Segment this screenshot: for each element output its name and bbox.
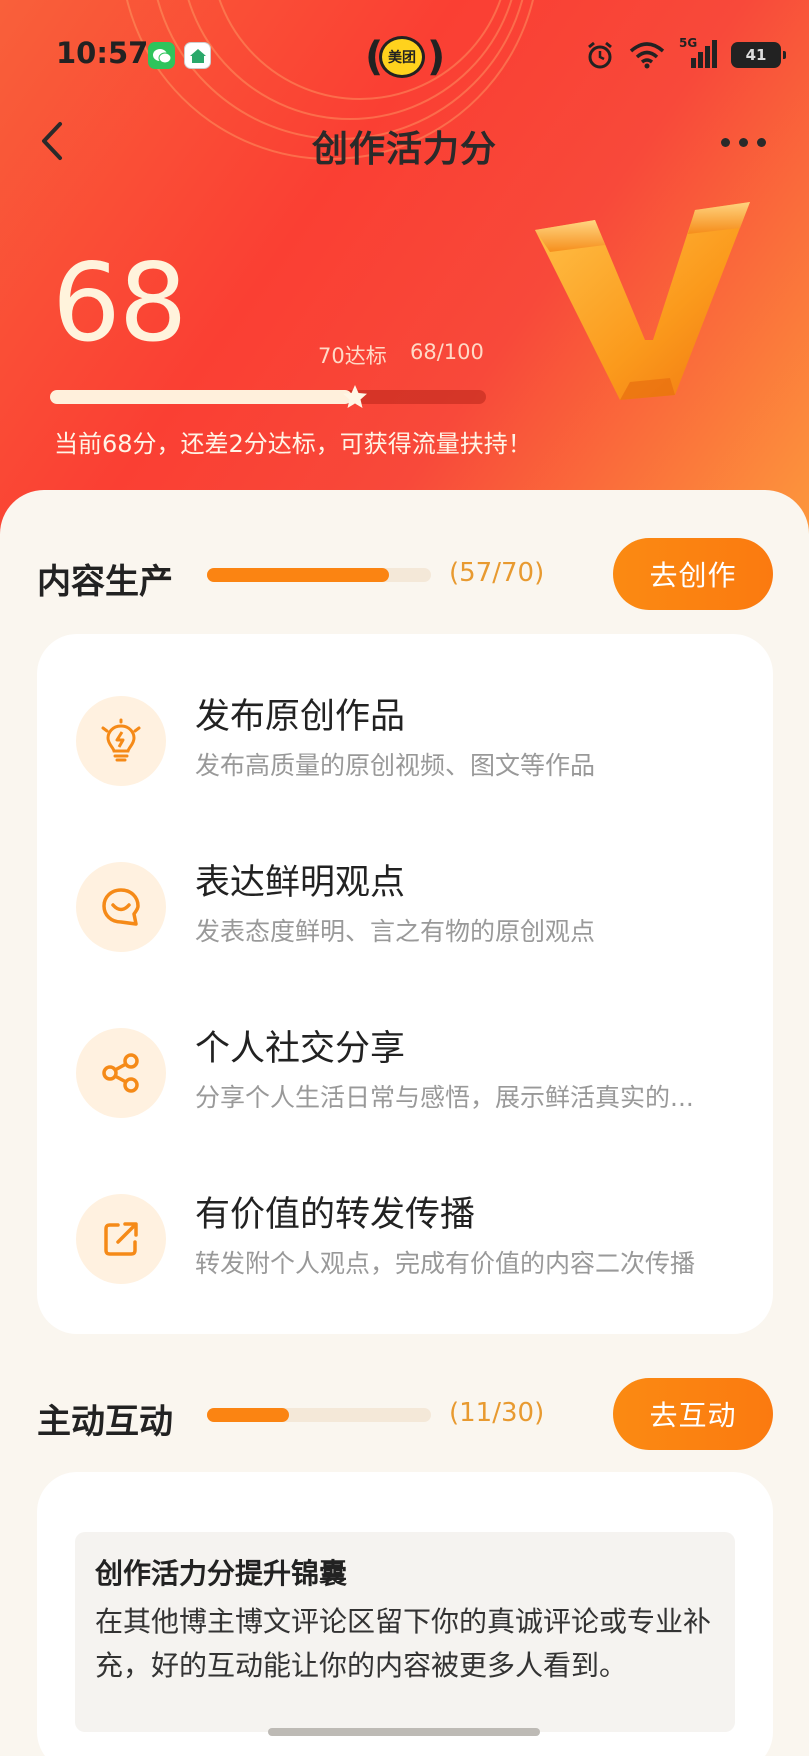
status-time: 10:57 bbox=[56, 36, 149, 70]
task-desc: 发表态度鲜明、言之有物的原创观点 bbox=[195, 917, 596, 946]
alarm-icon bbox=[588, 41, 612, 69]
v-badge-logo bbox=[535, 202, 750, 400]
meituan-indicator: ( 美团 ) bbox=[365, 32, 445, 82]
target-star-icon bbox=[343, 385, 367, 408]
status-icons: 5G 41 bbox=[585, 36, 786, 74]
content-progress-count: (57/70) bbox=[449, 558, 545, 588]
home-indicator[interactable] bbox=[268, 1728, 540, 1736]
meituan-badge: 美团 bbox=[379, 36, 425, 78]
task-desc: 转发附个人观点，完成有价值的内容二次传播 bbox=[195, 1249, 696, 1278]
more-options-button[interactable] bbox=[721, 130, 777, 154]
tip-box: 创作活力分提升锦囊 在其他博主博文评论区留下你的真诚评论或专业补充，好的互动能让… bbox=[75, 1532, 735, 1732]
wifi-icon bbox=[629, 42, 665, 69]
more-dot bbox=[739, 137, 748, 147]
go-create-button[interactable]: 去创作 bbox=[613, 538, 773, 610]
task-desc: 分享个人生活日常与感悟，展示鲜活真实的... bbox=[195, 1083, 694, 1112]
task-item[interactable]: 表达鲜明观点 发表态度鲜明、言之有物的原创观点 bbox=[37, 840, 773, 980]
task-item[interactable]: 个人社交分享 分享个人生活日常与感悟，展示鲜活真实的... bbox=[37, 1006, 773, 1146]
interaction-tip-card: 创作活力分提升锦囊 在其他博主博文评论区留下你的真诚评论或专业补充，好的互动能让… bbox=[37, 1472, 773, 1756]
task-title: 表达鲜明观点 bbox=[195, 863, 406, 903]
score-progress-bar bbox=[50, 390, 486, 404]
lightbulb-icon bbox=[76, 696, 166, 786]
section-title-interaction: 主动互动 bbox=[37, 1402, 173, 1442]
interaction-progress-fill bbox=[207, 1408, 289, 1422]
task-desc: 发布高质量的原创视频、图文等作品 bbox=[195, 751, 596, 780]
more-dot bbox=[757, 137, 766, 147]
target-label: 70达标 bbox=[318, 344, 387, 368]
go-interact-button[interactable]: 去互动 bbox=[613, 1378, 773, 1450]
activity-score: 68 bbox=[52, 241, 187, 366]
score-progress-fill bbox=[50, 390, 352, 404]
content-progress-bar bbox=[207, 568, 431, 582]
wechat-icon bbox=[148, 42, 175, 69]
more-dot bbox=[721, 137, 730, 147]
share-icon bbox=[76, 1028, 166, 1118]
score-hint: 当前68分，还差2分达标，可获得流量扶持！ bbox=[54, 430, 532, 458]
status-bar: 10:57 ( 美团 ) 5G 41 bbox=[0, 0, 809, 110]
page-title: 创作活力分 bbox=[311, 129, 497, 170]
task-title: 有价值的转发传播 bbox=[195, 1195, 476, 1235]
repost-icon bbox=[76, 1194, 166, 1284]
score-progress-label: 68/100 bbox=[410, 340, 484, 364]
interaction-progress-bar bbox=[207, 1408, 431, 1422]
task-item[interactable]: 发布原创作品 发布高质量的原创视频、图文等作品 bbox=[37, 674, 773, 814]
task-item[interactable]: 有价值的转发传播 转发附个人观点，完成有价值的内容二次传播 bbox=[37, 1172, 773, 1312]
home-app-icon bbox=[184, 42, 211, 69]
task-title: 个人社交分享 bbox=[195, 1029, 406, 1069]
battery-icon: 41 bbox=[731, 42, 786, 68]
cellular-signal-icon: 5G bbox=[679, 36, 717, 70]
section-title-content: 内容生产 bbox=[37, 562, 173, 602]
tip-body: 在其他博主博文评论区留下你的真诚评论或专业补充，好的互动能让你的内容被更多人看到… bbox=[95, 1605, 712, 1682]
speech-bubble-icon bbox=[76, 862, 166, 952]
content-task-card: 发布原创作品 发布高质量的原创视频、图文等作品 表达鲜明观点 发表态度鲜明、言之… bbox=[37, 634, 773, 1334]
task-title: 发布原创作品 bbox=[195, 697, 406, 737]
nav-bar: 创作活力分 bbox=[0, 108, 809, 178]
content-progress-fill bbox=[207, 568, 389, 582]
interaction-progress-count: (11/30) bbox=[449, 1398, 545, 1428]
paren-right: ) bbox=[427, 34, 446, 80]
tip-title: 创作活力分提升锦囊 bbox=[95, 1557, 348, 1590]
